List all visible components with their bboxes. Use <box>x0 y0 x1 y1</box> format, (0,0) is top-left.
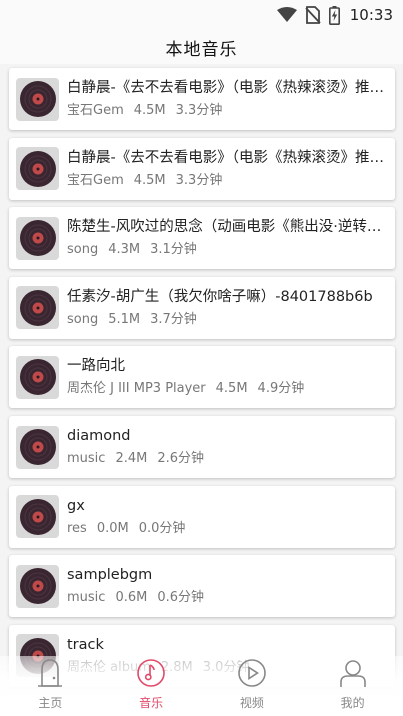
music-note-icon <box>136 658 166 692</box>
song-duration: 2.6分钟 <box>157 451 205 466</box>
song-meta: music 0.6M 0.6分钟 <box>67 589 389 607</box>
song-item[interactable]: samplebgm music 0.6M 0.6分钟 <box>9 555 395 618</box>
album-disc-icon <box>16 425 59 469</box>
song-item[interactable]: 陈楚生-风吹过的思念（动画电影《熊出没·逆转时空》主题曲） song 4.3M 3.1… <box>9 207 395 270</box>
song-artist: song <box>67 311 99 327</box>
song-duration: 0.0分钟 <box>138 520 186 536</box>
title-bar: 本地音乐 <box>0 30 403 64</box>
album-disc-icon <box>16 147 59 191</box>
song-size: 4.5M <box>215 381 248 397</box>
song-size: 5.1M <box>108 311 141 327</box>
song-size: 4.5M <box>133 103 166 118</box>
song-item[interactable]: 任素汐-胡广生（我欠你啥子嘛）-8401788b6b song 5.1M 3.7分钟 <box>9 276 395 339</box>
song-list[interactable]: 白静晨-《去不去看电影》（电影《热辣滚烫》推广曲） 宝石Gem 4.5M 3.3分钟白… <box>0 64 403 716</box>
song-item[interactable]: 白静晨-《去不去看电影》（电影《热辣滚烫》推广曲） 宝石Gem 4.5M 3.3分钟 <box>9 68 395 130</box>
album-disc-icon <box>16 355 59 399</box>
play-circle-icon <box>237 658 267 692</box>
song-item[interactable]: 一路向北周杰伦 J III MP3 Player 4.5M 4.9分钟 <box>9 346 395 409</box>
song-item[interactable]: diamond music 2.4M 2.6分钟 <box>9 416 395 478</box>
user-icon <box>338 658 368 692</box>
song-size: 0.6M <box>115 590 148 606</box>
tab-home[interactable]: 主页 <box>0 656 101 716</box>
album-disc-icon <box>16 564 59 608</box>
song-size: 4.5M <box>133 172 166 188</box>
tab-user[interactable]: 我的 <box>302 656 403 716</box>
song-duration: 4.9分钟 <box>257 381 305 397</box>
song-title: 一路向北 <box>67 358 125 375</box>
song-meta: music 2.4M 2.6分钟 <box>67 450 389 468</box>
song-artist: res <box>67 520 87 536</box>
tab-label: 音乐 <box>139 696 164 710</box>
song-item[interactable]: 白静晨-《去不去看电影》（电影《热辣滚烫》推广曲） 宝石Gem 4.5M 3.3分钟 <box>9 137 395 200</box>
song-duration: 3.7分钟 <box>150 311 197 327</box>
song-artist: 周杰伦 J III MP3 Player <box>67 381 206 397</box>
song-item[interactable]: gx res 0.0M 0.0分钟 <box>9 485 395 548</box>
status-bar: 10:33 <box>0 0 403 30</box>
song-title: track <box>67 636 104 653</box>
song-size: 0.0M <box>96 520 129 536</box>
song-meta: song 4.3M 3.1分钟 <box>67 241 389 259</box>
song-meta: 周杰伦 J III MP3 Player 4.5M 4.9分钟 <box>67 380 389 398</box>
song-artist: 宝石Gem <box>67 172 124 188</box>
song-meta: song 5.1M 3.7分钟 <box>67 311 389 329</box>
song-duration: 3.3分钟 <box>175 103 223 118</box>
song-duration: 0.6分钟 <box>157 590 205 606</box>
song-title: 任素汐-胡广生（我欠你啥子嘛）-8401788b6b <box>67 288 373 305</box>
song-meta: res 0.0M 0.0分钟 <box>67 520 389 538</box>
page-title: 本地音乐 <box>165 39 238 60</box>
album-disc-icon <box>16 286 59 330</box>
home-icon <box>35 658 65 692</box>
status-time: 10:33 <box>349 6 393 24</box>
song-artist: music <box>67 451 106 466</box>
tab-label: 主页 <box>38 696 63 710</box>
song-title: 白静晨-《去不去看电影》（电影《热辣滚烫》推广曲） <box>67 149 389 166</box>
song-meta: 宝石Gem 4.5M 3.3分钟 <box>67 102 389 120</box>
song-title: 陈楚生-风吹过的思念（动画电影《熊出没·逆转时空》主题曲） <box>67 219 389 236</box>
album-disc-icon <box>16 77 59 121</box>
wifi-icon <box>276 7 297 22</box>
song-artist: song <box>67 242 99 258</box>
song-size: 2.4M <box>115 451 148 466</box>
song-duration: 3.1分钟 <box>150 242 197 258</box>
song-title: diamond <box>67 428 131 444</box>
song-title: gx <box>67 497 85 514</box>
battery-charging-icon <box>328 5 340 25</box>
song-artist: music <box>67 590 106 606</box>
tab-label: 视频 <box>239 696 264 710</box>
tab-label: 我的 <box>340 696 365 710</box>
album-disc-icon <box>16 216 59 260</box>
song-size: 4.3M <box>108 242 141 258</box>
tab-play-circle[interactable]: 视频 <box>202 656 303 716</box>
song-meta: 宝石Gem 4.5M 3.3分钟 <box>67 172 389 190</box>
song-duration: 3.3分钟 <box>175 172 223 188</box>
song-artist: 宝石Gem <box>67 103 124 118</box>
song-title: 白静晨-《去不去看电影》（电影《热辣滚烫》推广曲） <box>67 80 389 96</box>
no-sim-icon <box>305 6 321 24</box>
album-disc-icon <box>16 495 59 539</box>
tab-music-note[interactable]: 音乐 <box>101 656 202 716</box>
song-title: samplebgm <box>67 567 153 584</box>
bottom-tab-bar: 主页 音乐 视频 我的 <box>0 656 403 716</box>
